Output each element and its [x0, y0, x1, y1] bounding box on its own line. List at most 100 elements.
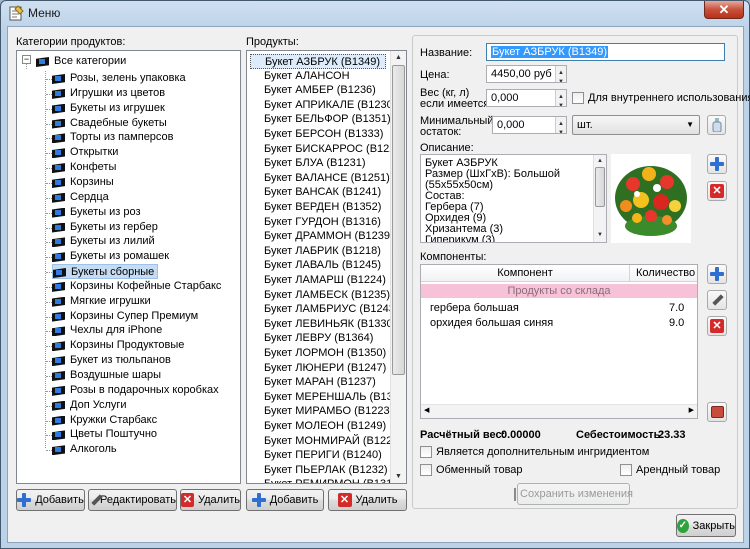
category-delete-button[interactable]: ✕ Удалить — [180, 489, 241, 511]
tree-item-category[interactable]: Корзины Супер Премиум — [52, 309, 201, 324]
product-list-item[interactable]: Букет МОЛЕОН (В1249) — [250, 419, 386, 434]
component-edit-button[interactable] — [707, 290, 727, 310]
scroll-down-icon[interactable]: ▼ — [594, 229, 606, 242]
tree-item-root[interactable]: Все категории — [36, 54, 129, 69]
tree-item-category[interactable]: Букет из тюльпанов — [52, 353, 174, 368]
tree-item-category[interactable]: Игрушки из цветов — [52, 86, 168, 101]
unit-select[interactable]: шт. ▼ — [572, 115, 700, 135]
product-add-button[interactable]: Добавить — [246, 489, 324, 511]
tree-item-category[interactable]: Доп Услуги — [52, 398, 130, 413]
tree-item-category[interactable]: Корзины Продуктовые — [52, 338, 187, 353]
name-input[interactable]: Букет АЗБРУК (В1349) — [486, 43, 725, 61]
tree-item-category[interactable]: Конфеты — [52, 160, 119, 175]
product-list-item[interactable]: Букет МОНМИРАЙ (В1221) — [250, 434, 402, 449]
min-stock-input[interactable]: 0,000 — [492, 116, 567, 134]
component-row[interactable]: гербера большая 7.0 — [421, 301, 697, 315]
scroll-thumb[interactable] — [392, 65, 405, 375]
product-list-item[interactable]: Букет МИРАМБО (В1223) — [250, 404, 393, 419]
header-component[interactable]: Компонент — [421, 265, 630, 281]
product-list-item[interactable]: Букет ПЕРИГИ (В1240) — [250, 448, 386, 463]
product-list-item[interactable]: Букет ГУРДОН (В1316) — [250, 215, 386, 230]
description-scrollbar[interactable]: ▲ ▼ — [593, 155, 606, 242]
tree-item-category[interactable]: Букеты из игрушек — [52, 101, 168, 116]
products-list[interactable]: Букет АЗБРУК (В1349) Букет АЛАНСОН Букет А… — [246, 50, 407, 484]
category-add-button[interactable]: Добавить — [16, 489, 85, 511]
product-list-item[interactable]: Букет АЛАНСОН — [250, 69, 386, 84]
product-list-item[interactable]: Букет МЕРЕНШАЛЬ (В13... — [250, 390, 402, 405]
scroll-thumb[interactable] — [595, 167, 605, 207]
unit-bottle-button[interactable] — [707, 115, 726, 135]
tree-item-category[interactable]: Розы, зелень упаковка — [52, 71, 189, 86]
description-textarea[interactable]: Букет АЗБРУК Размер (ШхГхВ): Большой (55х5… — [420, 154, 607, 243]
tree-collapse-expander[interactable]: − — [22, 55, 31, 64]
product-list-item[interactable]: Букет ВАЛАНСЕ (В1251) — [250, 171, 390, 186]
exchange-checkbox[interactable] — [420, 464, 432, 476]
components-table[interactable]: Компонент Количество Продукты со склада … — [420, 264, 698, 419]
component-export-button[interactable] — [707, 402, 727, 422]
tree-item-category[interactable]: Корзины Кофейные Старбакс — [52, 279, 224, 294]
header-qty[interactable]: Количество — [636, 265, 695, 281]
tree-item-category[interactable]: Букеты сборные — [52, 264, 159, 280]
tree-item-category[interactable]: Чехлы для iPhone — [52, 323, 165, 338]
tree-item-category[interactable]: Кружки Старбакс — [52, 413, 160, 428]
product-list-item[interactable]: Букет БЕРСОН (В1333) — [250, 127, 386, 142]
price-input[interactable]: 4450,00 руб — [486, 65, 567, 83]
components-hscrollbar[interactable]: ◀ ▶ — [421, 404, 697, 418]
extra-ingredient-checkbox[interactable] — [420, 446, 432, 458]
product-list-item[interactable]: Букет АЗБРУК (В1349) — [250, 54, 386, 69]
product-list-item[interactable]: Букет ВЕРДЕН (В1352) — [250, 200, 386, 215]
tree-item-category[interactable]: Свадебные букеты — [52, 116, 170, 131]
product-list-item[interactable]: Букет ЛЕВРУ (В1364) — [250, 331, 386, 346]
component-row[interactable]: орхидея большая синяя 9.0 — [421, 316, 697, 330]
component-add-button[interactable] — [707, 264, 727, 284]
product-list-item[interactable]: Букет ВАНСАК (В1241) — [250, 185, 386, 200]
close-button[interactable]: ✓ Закрыть — [676, 514, 736, 537]
product-list-item[interactable]: Букет АПРИКАЛЕ (В1230) — [250, 98, 396, 113]
internal-use-checkbox[interactable] — [572, 92, 584, 104]
component-delete-button[interactable]: ✕ — [707, 316, 727, 336]
tree-item-category[interactable]: Букеты из гербер — [52, 220, 161, 235]
tree-item-category[interactable]: Букеты из ромашек — [52, 249, 172, 264]
products-scrollbar[interactable]: ▲ ▼ — [390, 51, 406, 483]
product-list-item[interactable]: Букет МАРАН (В1237) — [250, 375, 386, 390]
product-list-item[interactable]: Букет ЛАМАРШ (В1224) — [250, 273, 386, 288]
tree-item-category[interactable]: Корзины — [52, 175, 117, 190]
product-list-item[interactable]: Букет ЛЕВИНЬЯК (В1330) — [250, 317, 396, 332]
product-list-item[interactable]: Букет ДРАММОН (В1239) — [250, 229, 394, 244]
image-delete-button[interactable]: ✕ — [707, 181, 727, 201]
product-list-item[interactable]: Букет БИСКАРРОС (В1225) — [250, 142, 405, 157]
category-edit-button[interactable]: Редактировать — [88, 489, 177, 511]
rental-checkbox[interactable] — [620, 464, 632, 476]
tree-item-category[interactable]: Розы в подарочных коробках — [52, 383, 222, 398]
weight-input[interactable]: 0,000 — [486, 89, 567, 107]
product-delete-button[interactable]: ✕ Удалить — [328, 489, 407, 511]
product-image[interactable] — [611, 154, 691, 243]
product-list-item[interactable]: Букет ЛОРМОН (В1350) — [250, 346, 386, 361]
tree-item-category[interactable]: Открытки — [52, 145, 121, 160]
product-list-item[interactable]: Букет ПЬЕРЛАК (В1232) — [250, 463, 388, 478]
tree-item-category[interactable]: Букеты из роз — [52, 205, 144, 220]
tree-item-category[interactable]: Сердца — [52, 190, 112, 205]
tree-item-category[interactable]: Воздушные шары — [52, 368, 164, 383]
tree-item-category[interactable]: Алкоголь — [52, 442, 120, 457]
product-list-item[interactable]: Букет РЕМИРМОН (В1313) — [250, 477, 402, 483]
title-bar[interactable]: Меню ✕ — [1, 1, 749, 25]
product-list-item[interactable]: Букет АМБЕР (В1236) — [250, 83, 386, 98]
window-close-button[interactable]: ✕ — [704, 1, 744, 19]
min-stock-spin-icon[interactable] — [555, 117, 566, 133]
tree-item-category[interactable]: Цветы Поштучно — [52, 427, 160, 442]
product-list-item[interactable]: Букет ЛАМБЕСК (В1235) — [250, 288, 390, 303]
categories-tree[interactable]: − Все категории Розы, зелень упаковка Игр… — [16, 50, 241, 484]
tree-item-category[interactable]: Букеты из лилий — [52, 234, 158, 249]
product-list-item[interactable]: Букет ЛАМБРИУС (В1243) — [250, 302, 399, 317]
weight-spin-icon[interactable] — [555, 90, 566, 106]
image-add-button[interactable] — [707, 154, 727, 174]
product-list-item[interactable]: Букет ЛЮНЕРИ (В1247) — [250, 361, 386, 376]
product-list-item[interactable]: Букет БЕЛЬФОР (В1351) — [250, 112, 391, 127]
scroll-up-icon[interactable]: ▲ — [391, 51, 406, 64]
product-list-item[interactable]: Букет БЛУА (В1231) — [250, 156, 386, 171]
product-list-item[interactable]: Букет ЛАВАЛЬ (В1245) — [250, 258, 386, 273]
tree-item-category[interactable]: Торты из памперсов — [52, 130, 177, 145]
product-list-item[interactable]: Букет ЛАБРИК (В1218) — [250, 244, 386, 259]
scroll-left-icon[interactable]: ◀ — [424, 406, 429, 414]
